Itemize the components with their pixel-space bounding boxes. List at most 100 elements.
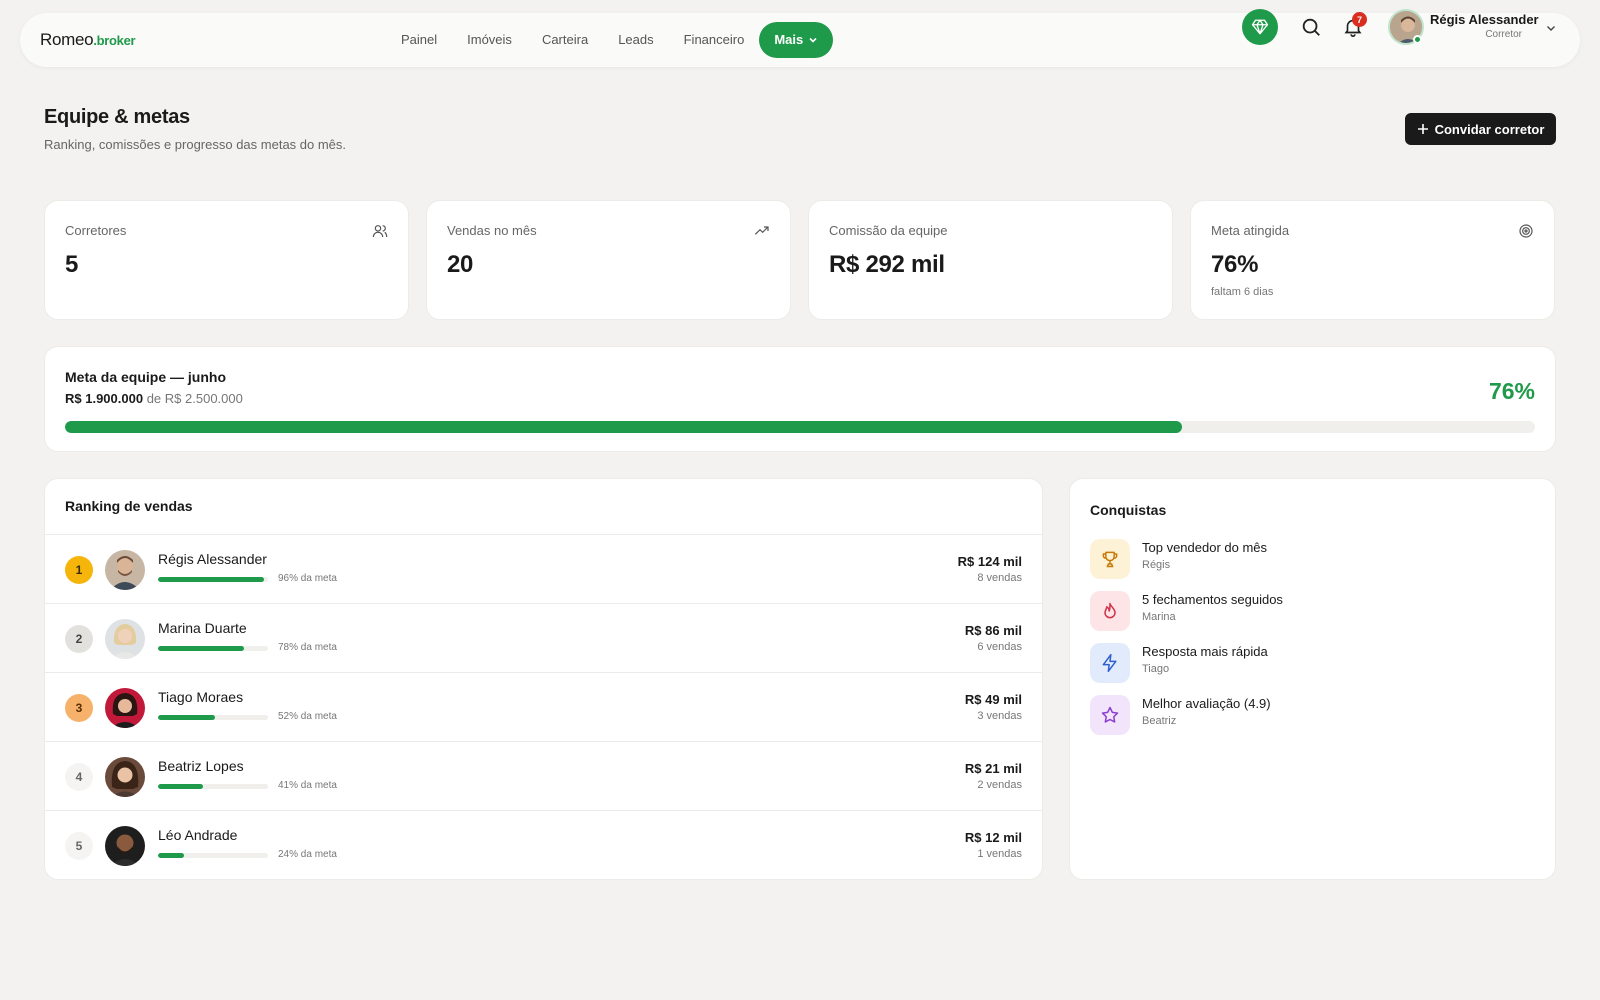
broker-name: Tiago Moraes xyxy=(158,689,244,705)
rank-badge: 1 xyxy=(65,556,93,584)
stat-value: 20 xyxy=(447,251,474,278)
ranking-row[interactable]: 5 Léo Andrade 24% da meta R$ 12 mil 1 ve… xyxy=(45,810,1042,879)
main-nav: Painel Imóveis Carteira Leads Financeiro… xyxy=(386,22,834,58)
stat-card-brokers: Corretores 5 xyxy=(44,200,409,320)
achievements-title: Conquistas xyxy=(1090,502,1167,518)
brand-logo[interactable]: Romeo.broker xyxy=(40,30,136,50)
broker-goal-percent: 41% da meta xyxy=(278,780,337,791)
invite-broker-label: Convidar corretor xyxy=(1434,121,1545,137)
online-status-dot xyxy=(1413,35,1422,44)
invite-broker-button[interactable]: Convidar corretor xyxy=(1405,113,1556,145)
users-icon xyxy=(372,225,388,238)
sales-ranking-title: Ranking de vendas xyxy=(65,498,193,514)
rank-badge: 4 xyxy=(65,763,93,791)
rank-badge: 5 xyxy=(65,832,93,860)
team-goal-amounts: R$ 1.900.000 de R$ 2.500.000 xyxy=(65,391,243,406)
stat-value: 76% xyxy=(1211,251,1259,278)
nav-item-painel[interactable]: Painel xyxy=(386,22,452,58)
ranking-row[interactable]: 2 Marina Duarte 78% da meta R$ 86 mil 6 … xyxy=(45,603,1042,672)
flame-icon xyxy=(1090,591,1130,631)
user-role: Corretor xyxy=(1485,29,1522,40)
star-icon xyxy=(1090,695,1130,735)
broker-sales-count: 1 vendas xyxy=(977,848,1022,860)
chevron-down-icon[interactable] xyxy=(1545,22,1557,34)
stat-card-commission: Comissão da equipe R$ 292 mil xyxy=(808,200,1173,320)
achievement-label: Melhor avaliação (4.9) xyxy=(1142,696,1271,711)
stat-note: faltam 6 dias xyxy=(1211,286,1274,298)
ranking-row[interactable]: 1 Régis Alessander 96% da meta R$ 124 mi… xyxy=(45,534,1042,603)
broker-sales-count: 3 vendas xyxy=(977,710,1022,722)
rank-badge: 2 xyxy=(65,625,93,653)
broker-progress-fill xyxy=(158,784,204,789)
ranking-row[interactable]: 3 Tiago Moraes 52% da meta R$ 49 mil 3 v… xyxy=(45,672,1042,741)
broker-name: Beatriz Lopes xyxy=(158,758,244,774)
broker-amount: R$ 49 mil xyxy=(964,692,1022,707)
nav-item-leads[interactable]: Leads xyxy=(603,22,668,58)
sales-ranking-card: Ranking de vendas 1 Régis Alessander 96%… xyxy=(44,478,1043,880)
ranking-row[interactable]: 4 Beatriz Lopes 41% da meta R$ 21 mil 2 … xyxy=(45,741,1042,810)
nav-item-financeiro[interactable]: Financeiro xyxy=(669,22,760,58)
stat-value: R$ 292 mil xyxy=(829,251,945,278)
achievement-label: Resposta mais rápida xyxy=(1142,644,1268,659)
achievement-label: Top vendedor do mês xyxy=(1142,540,1268,555)
broker-name: Léo Andrade xyxy=(158,827,238,843)
broker-goal-percent: 24% da meta xyxy=(278,849,337,860)
broker-progress-bar xyxy=(158,577,268,582)
user-name[interactable]: Régis Alessander xyxy=(1430,12,1539,27)
avatar xyxy=(105,757,145,797)
team-goal-progress-bar xyxy=(65,421,1535,433)
lightning-icon xyxy=(1090,643,1130,683)
search-icon[interactable] xyxy=(1300,16,1322,38)
achievement-holder: Régis xyxy=(1142,559,1171,571)
broker-goal-percent: 96% da meta xyxy=(278,573,337,584)
achievements-card: Conquistas Top vendedor do mês Régis 5 f… xyxy=(1069,478,1556,880)
team-goal-target: R$ 2.500.000 xyxy=(164,391,243,406)
achievement-holder: Beatriz xyxy=(1142,715,1177,727)
trending-up-icon xyxy=(754,226,769,235)
avatar xyxy=(105,619,145,659)
broker-progress-fill xyxy=(158,853,185,858)
team-goal-progress-fill xyxy=(65,421,1183,433)
brand-name: Romeo xyxy=(40,30,94,49)
achievement-holder: Marina xyxy=(1142,611,1176,623)
target-icon xyxy=(1519,224,1533,238)
broker-progress-bar xyxy=(158,853,268,858)
broker-goal-percent: 78% da meta xyxy=(278,642,337,653)
diamond-icon xyxy=(1251,19,1269,35)
team-goal-achieved: R$ 1.900.000 xyxy=(65,391,144,406)
stat-card-goal: Meta atingida 76% faltam 6 dias xyxy=(1190,200,1555,320)
achievement-label: 5 fechamentos seguidos xyxy=(1142,592,1283,607)
achievement-item: Resposta mais rápida Tiago xyxy=(1090,641,1530,685)
stat-label: Comissão da equipe xyxy=(829,223,948,238)
stat-card-sales: Vendas no mês 20 xyxy=(426,200,791,320)
broker-amount: R$ 12 mil xyxy=(964,830,1022,845)
broker-name: Marina Duarte xyxy=(158,620,247,636)
team-goal-title: Meta da equipe — junho xyxy=(65,369,227,385)
achievement-item: Melhor avaliação (4.9) Beatriz xyxy=(1090,693,1530,737)
broker-amount: R$ 21 mil xyxy=(964,761,1022,776)
nav-item-imoveis[interactable]: Imóveis xyxy=(452,22,527,58)
broker-progress-fill xyxy=(158,646,244,651)
broker-name: Régis Alessander xyxy=(158,551,267,567)
trophy-icon xyxy=(1090,539,1130,579)
stat-label: Meta atingida xyxy=(1211,223,1290,238)
broker-goal-percent: 52% da meta xyxy=(278,711,337,722)
broker-progress-bar xyxy=(158,715,268,720)
page-title: Equipe & metas xyxy=(44,106,190,128)
plus-icon xyxy=(1417,124,1428,134)
broker-progress-fill xyxy=(158,715,216,720)
broker-sales-count: 8 vendas xyxy=(977,572,1022,584)
nav-item-carteira[interactable]: Carteira xyxy=(527,22,603,58)
broker-progress-bar xyxy=(158,784,268,789)
broker-sales-count: 2 vendas xyxy=(977,779,1022,791)
broker-amount: R$ 86 mil xyxy=(964,623,1022,638)
broker-sales-count: 6 vendas xyxy=(977,641,1022,653)
broker-progress-bar xyxy=(158,646,268,651)
achievement-holder: Tiago xyxy=(1142,663,1170,675)
premium-button[interactable] xyxy=(1242,9,1278,45)
stat-label: Corretores xyxy=(65,223,127,238)
stat-label: Vendas no mês xyxy=(447,223,537,238)
sales-ranking-list: 1 Régis Alessander 96% da meta R$ 124 mi… xyxy=(45,534,1042,879)
nav-more-button[interactable]: Mais xyxy=(759,22,834,58)
stat-value: 5 xyxy=(65,251,79,278)
